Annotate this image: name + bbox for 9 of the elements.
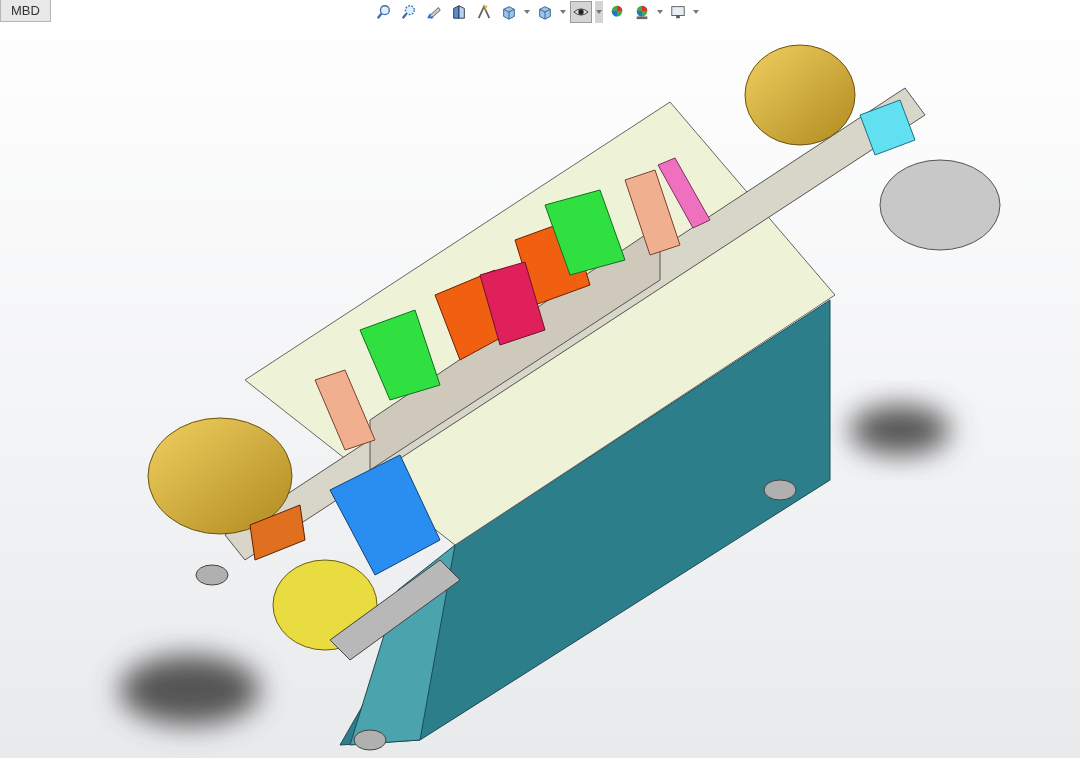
monitor-icon — [670, 3, 686, 21]
hide-show-button[interactable] — [570, 1, 592, 23]
cube-icon — [501, 3, 517, 21]
cube-icon — [537, 3, 553, 21]
zoom-icon — [376, 3, 392, 21]
section-view-icon — [451, 3, 467, 21]
scene-icon — [634, 3, 650, 21]
zoom-area-icon — [401, 3, 417, 21]
mbd-tab[interactable]: MBD — [0, 0, 51, 22]
